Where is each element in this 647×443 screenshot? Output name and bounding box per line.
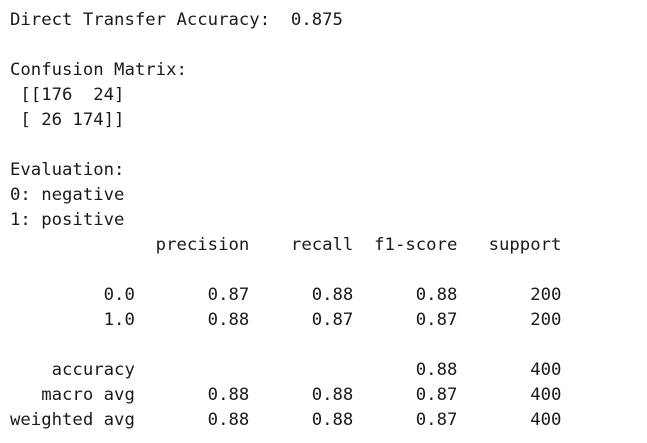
report-header: precision recall f1-score support xyxy=(10,235,562,255)
report-weighted-avg: weighted avg 0.88 0.88 0.87 400 xyxy=(10,410,562,430)
console-output: Direct Transfer Accuracy: 0.875 Confusio… xyxy=(0,0,647,443)
report-accuracy: accuracy 0.88 400 xyxy=(10,360,562,380)
report-macro-avg: macro avg 0.88 0.88 0.87 400 xyxy=(10,385,562,405)
matrix-row-1: [[176 24] xyxy=(10,85,125,105)
label-map-positive: 1: positive xyxy=(10,210,125,230)
report-row-positive: 1.0 0.88 0.87 0.87 200 xyxy=(10,310,562,330)
matrix-row-2: [ 26 174]] xyxy=(10,110,125,130)
label-map-negative: 0: negative xyxy=(10,185,125,205)
report-row-negative: 0.0 0.87 0.88 0.88 200 xyxy=(10,285,562,305)
confusion-title: Confusion Matrix: xyxy=(10,60,187,80)
accuracy-line: Direct Transfer Accuracy: 0.875 xyxy=(10,10,343,30)
evaluation-title: Evaluation: xyxy=(10,160,125,180)
